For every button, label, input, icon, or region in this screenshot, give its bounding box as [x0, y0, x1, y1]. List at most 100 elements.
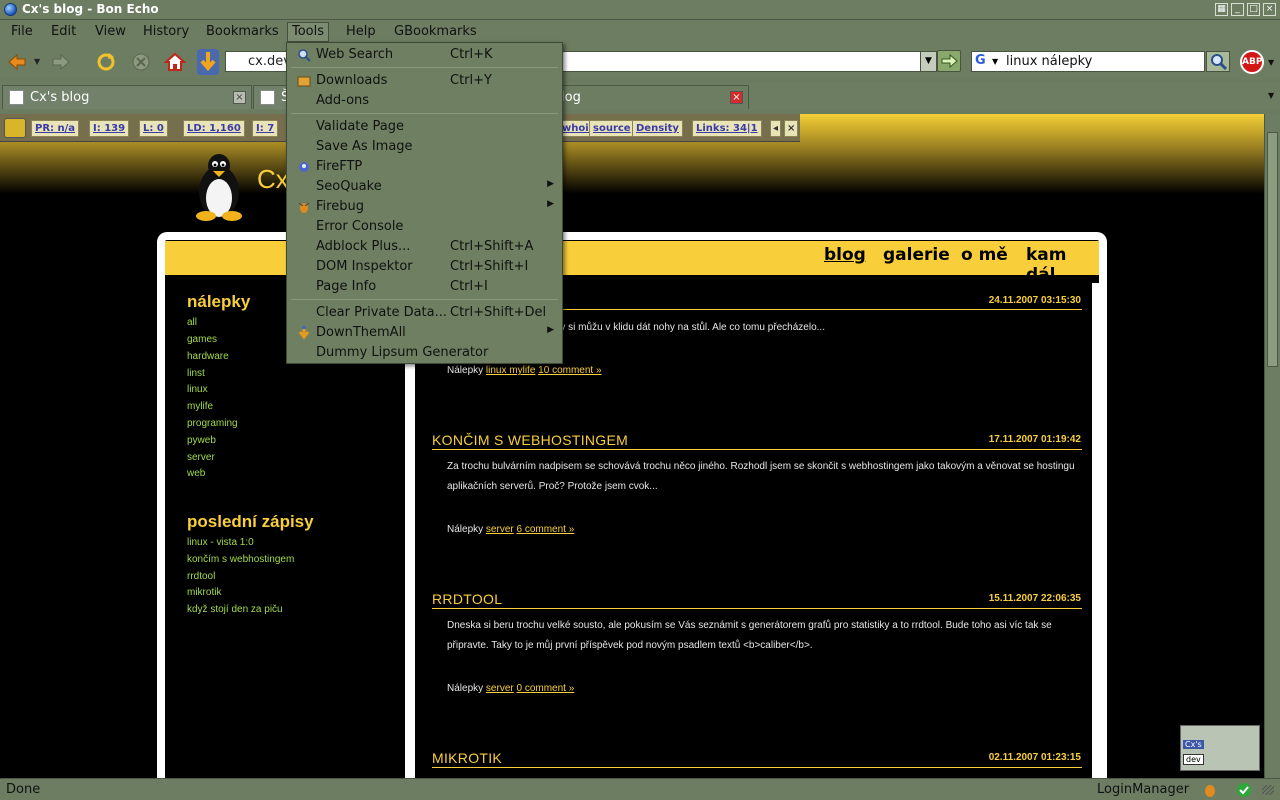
seo-prev-icon[interactable]: ◂	[770, 120, 782, 137]
home-icon[interactable]	[164, 51, 186, 73]
search-button[interactable]	[1206, 51, 1230, 72]
tag-link[interactable]: linux	[187, 384, 208, 395]
seo-del[interactable]: I: 7	[252, 120, 279, 137]
post-tag-link[interactable]: server	[486, 683, 514, 694]
menu-item-seoquake[interactable]: SeoQuake ▶	[287, 177, 562, 197]
menu-item-web-search[interactable]: Web Search Ctrl+K	[287, 45, 562, 65]
tag-link[interactable]: all	[187, 317, 197, 328]
resize-grip[interactable]	[1262, 785, 1274, 795]
menu-item-dummy-lipsum[interactable]: Dummy Lipsum Generator	[287, 343, 562, 363]
tag-link[interactable]: pyweb	[187, 435, 216, 446]
seo-links[interactable]: L: 0	[139, 120, 168, 137]
seo-pagerank[interactable]: PR: n/a	[31, 120, 80, 137]
menu-tools[interactable]: Tools	[287, 22, 330, 42]
seo-density[interactable]: Density	[632, 120, 683, 137]
close-window-button[interactable]: ×	[1263, 3, 1276, 16]
recent-link[interactable]: když stojí den za piču	[187, 604, 283, 615]
tab-close-icon[interactable]: ×	[730, 91, 743, 104]
seo-links-count[interactable]: Links: 34|1	[692, 120, 762, 137]
recent-link[interactable]: mikrotik	[187, 587, 221, 598]
post-title[interactable]: MIKROTIK	[432, 750, 502, 766]
nav-kam-dal[interactable]: kam dál	[1026, 245, 1099, 285]
vertical-scrollbar[interactable]	[1264, 114, 1280, 778]
tag-link[interactable]: programing	[187, 418, 238, 429]
menu-item-fireftp[interactable]: FireFTP	[287, 157, 562, 177]
search-bar[interactable]: G ▼ linux nálepky	[971, 51, 1205, 72]
nav-blog[interactable]: blog	[824, 245, 866, 265]
reload-icon[interactable]	[95, 51, 117, 73]
tux-penguin-logo	[196, 154, 242, 221]
seoquake-icon[interactable]	[4, 118, 26, 138]
seo-close-icon[interactable]: ×	[784, 120, 799, 137]
post-comments-link[interactable]: 10 comment »	[538, 365, 601, 376]
toolbar-overflow-icon[interactable]: ▼	[1268, 58, 1274, 67]
menu-item-error-console[interactable]: Error Console	[287, 217, 562, 237]
recent-link[interactable]: končím s webhostingem	[187, 554, 294, 565]
menu-help[interactable]: Help	[342, 23, 380, 41]
firebug-status-icon[interactable]	[1202, 782, 1218, 798]
window-menu-button[interactable]: ▦	[1215, 3, 1228, 16]
menu-item-firebug[interactable]: Firebug ▶	[287, 197, 562, 217]
search-text[interactable]: linux nálepky	[1006, 54, 1092, 69]
nav-galerie[interactable]: galerie	[883, 245, 950, 265]
tag-link[interactable]: games	[187, 334, 217, 345]
back-history-dropdown-icon[interactable]: ▼	[34, 57, 40, 66]
tag-link[interactable]: server	[187, 452, 215, 463]
tag-link[interactable]: linst	[187, 368, 205, 379]
adblock-plus-icon[interactable]: ABP	[1240, 50, 1264, 74]
google-engine-icon[interactable]: G	[975, 53, 992, 70]
go-button[interactable]	[937, 50, 961, 72]
tab-close-icon[interactable]: ×	[233, 91, 246, 104]
menu-bookmarks[interactable]: Bookmarks	[202, 23, 283, 41]
check-status-icon[interactable]	[1236, 782, 1252, 798]
thumb-label: Cx's	[1183, 740, 1204, 749]
menu-history[interactable]: History	[139, 23, 193, 41]
menu-bar: File Edit View History Bookmarks Tools H…	[0, 20, 1280, 43]
menu-item-save-as-image[interactable]: Save As Image	[287, 137, 562, 157]
post-title[interactable]: RRDTOOL	[432, 591, 502, 607]
menu-item-adblock-plus[interactable]: Adblock Plus... Ctrl+Shift+A	[287, 237, 562, 257]
menu-view[interactable]: View	[91, 23, 130, 41]
tag-link[interactable]: hardware	[187, 351, 229, 362]
maximize-button[interactable]: □	[1247, 3, 1260, 16]
menu-item-dom-inspektor[interactable]: DOM Inspektor Ctrl+Shift+I	[287, 257, 562, 277]
post-tag-link[interactable]: linux mylife	[486, 365, 535, 376]
post-tag-link[interactable]: server	[486, 524, 514, 535]
tab-list-icon[interactable]: ▼	[1268, 91, 1274, 100]
page-content: Cx's blog galerie o mě kam dál nálepky a…	[0, 114, 1264, 778]
tag-link[interactable]: mylife	[187, 401, 213, 412]
post-comments-link[interactable]: 6 comment »	[517, 524, 575, 535]
menu-item-downthemall[interactable]: DownThemAll ▶	[287, 323, 562, 343]
minimize-button[interactable]: _	[1231, 3, 1244, 16]
nav-o-me[interactable]: o mě	[961, 245, 1008, 265]
page-thumbnail-map[interactable]: Cx's dev	[1180, 725, 1260, 771]
engine-dropdown-icon[interactable]: ▼	[992, 57, 998, 66]
menu-item-clear-private-data[interactable]: Clear Private Data... Ctrl+Shift+Del	[287, 303, 562, 323]
menu-item-validate-page[interactable]: Validate Page	[287, 117, 562, 137]
back-icon[interactable]	[6, 51, 28, 73]
url-dropdown-icon[interactable]: ▼	[920, 52, 936, 71]
recent-link[interactable]: rrdtool	[187, 571, 215, 582]
post-body: Dneska si beru trochu velké sousto, ale …	[447, 620, 1052, 651]
recent-link[interactable]: linux - vista 1:0	[187, 537, 254, 548]
seo-source[interactable]: source	[589, 120, 635, 137]
forward-icon[interactable]	[50, 51, 72, 73]
menu-item-add-ons[interactable]: Add-ons	[287, 91, 562, 111]
menu-gbookmarks[interactable]: GBookmarks	[390, 23, 481, 41]
url-text[interactable]: cx.dev	[248, 54, 291, 69]
post-rule	[432, 449, 1082, 450]
post-title[interactable]: KONČIM S WEBHOSTINGEM	[432, 432, 628, 448]
tag-link[interactable]: web	[187, 468, 205, 479]
menu-item-page-info[interactable]: Page Info Ctrl+I	[287, 277, 562, 297]
menu-edit[interactable]: Edit	[47, 23, 80, 41]
tab-cx-blog[interactable]: Cx's blog ×	[2, 85, 252, 109]
menu-file[interactable]: File	[7, 23, 37, 41]
post-comments-link[interactable]: 0 comment »	[517, 683, 575, 694]
menu-item-downloads[interactable]: Downloads Ctrl+Y	[287, 71, 562, 91]
scroll-thumb[interactable]	[1267, 132, 1278, 367]
seo-index[interactable]: I: 139	[89, 120, 130, 137]
seo-link-domain[interactable]: LD: 1,160	[183, 120, 245, 137]
download-manager-icon[interactable]	[196, 48, 220, 76]
stop-icon[interactable]	[130, 51, 152, 73]
login-manager-label[interactable]: LoginManager	[1097, 782, 1189, 797]
